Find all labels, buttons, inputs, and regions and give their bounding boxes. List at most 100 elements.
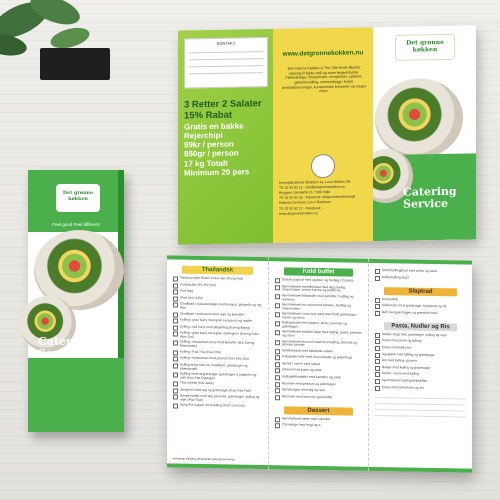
checkbox[interactable] [375, 352, 380, 358]
black-plant-pot [40, 48, 110, 80]
checkbox[interactable] [275, 321, 280, 327]
menu-item-label: Pasta med kødsovs [382, 345, 411, 350]
checkbox[interactable] [275, 368, 280, 374]
catering-word: Catering [38, 335, 92, 348]
menu-item-label: Stegte ris med æg og grøntsager (Kao Pad… [180, 387, 251, 393]
checkbox[interactable] [275, 395, 280, 401]
checkbox[interactable] [275, 312, 280, 318]
notes-lines [375, 396, 466, 418]
checkbox[interactable] [375, 310, 380, 316]
offer-line: Minimum 20 pers [184, 167, 250, 178]
checkbox[interactable] [173, 363, 178, 369]
checkbox[interactable] [173, 388, 178, 394]
checkbox[interactable] [173, 394, 178, 400]
menu-item-label: Citronkage med frugt og is [282, 422, 321, 428]
checkbox[interactable] [275, 362, 280, 368]
chef-logo-icon [311, 153, 335, 179]
checkbox[interactable] [173, 311, 178, 318]
menu-item-label: Nudler i karry med kylling [382, 371, 420, 377]
service-word: Service [38, 346, 84, 360]
checkbox[interactable] [275, 355, 280, 361]
checkbox[interactable] [173, 340, 178, 346]
checkbox[interactable] [275, 348, 280, 354]
contact-form-box: KONTAKT [184, 37, 268, 89]
menu-item: Rummen med broccoli og kartofler [275, 394, 362, 402]
catering-title: Catering Service [403, 185, 457, 211]
menu-item-label: Græsk yoghurt med agurker og hvidløg (Tz… [282, 277, 354, 283]
menu-item-label: Kylling i grøn karry med grøn karrysovs … [180, 317, 253, 323]
checkbox[interactable] [375, 365, 380, 371]
menu-item: Hjemmelavet blandet salat med kylling, p… [275, 330, 362, 340]
checkbox[interactable] [275, 381, 280, 387]
checkbox[interactable] [173, 318, 178, 324]
brand-logo: Det grønne køkken [395, 33, 455, 61]
cover-footer [28, 358, 124, 432]
checkbox[interactable] [173, 372, 178, 378]
checkbox[interactable] [375, 275, 380, 281]
checkbox[interactable] [375, 297, 380, 303]
menu-item-label: Bøf med grøntsager og pommes frites [382, 309, 438, 315]
checkbox[interactable] [173, 350, 178, 356]
checkbox[interactable] [173, 381, 178, 387]
checkbox[interactable] [275, 417, 280, 423]
menu-item-label: Hjemmelavet broccoli salat med kylling, … [282, 338, 357, 348]
folded-brochure-cover: Det grønne køkken Feel good Feel differe… [20, 170, 124, 432]
menu-column-cold-buffet: Kold buffet Græsk yoghurt med agurker og… [269, 257, 369, 471]
checkbox[interactable] [173, 331, 178, 337]
about-text: Det Grønne Køkken & The Tide Asole tilbu… [282, 65, 366, 94]
checkbox[interactable] [375, 332, 380, 338]
offer-line: Gratis en bakke Rejerchipi [184, 121, 244, 141]
checkbox[interactable] [375, 385, 380, 391]
checkbox[interactable] [173, 302, 178, 308]
menu-column-thai: Thailandsk Tempura rejer Butter Fried re… [167, 255, 269, 470]
menu-item-label: Frikadeller fritte med broccolisalat og … [282, 354, 352, 360]
menu-item-label: Forårsruller (Po Pia Tod) [180, 282, 216, 287]
menu-item-label: Hjemmelavet kyllingefrikadeller [382, 378, 428, 383]
checkbox[interactable] [275, 284, 280, 290]
checkbox[interactable] [375, 359, 380, 365]
menu-item-label: Ris med kylling og karry [382, 358, 417, 363]
offer-text: 3 Retter 2 Salater 15% Rabat Gratis en b… [184, 98, 273, 178]
contact-info: Hovedgårdsvind: Østerbro 1a, Lunn Gården… [279, 179, 367, 216]
trifold-brochure-outside: KONTAKT 3 Retter 2 Salater 15% Rabat Gra… [178, 25, 476, 245]
checkbox[interactable] [375, 378, 380, 384]
menu-item: Cloakkød / sodavandsøje med bosspot, jal… [173, 302, 262, 312]
menu-item-label: Tempura rejer Butter Fried rejer (Pung T… [180, 275, 243, 281]
checkbox[interactable] [173, 403, 178, 409]
checkbox[interactable] [173, 356, 178, 362]
checkbox[interactable] [275, 375, 280, 381]
checkbox[interactable] [275, 339, 280, 345]
salad-photo [375, 77, 463, 160]
checkbox[interactable] [173, 276, 178, 282]
cover-header: Det grønne køkken Feel good Feel differe… [28, 170, 124, 232]
checkbox[interactable] [275, 278, 280, 284]
checkbox[interactable] [173, 325, 178, 331]
menu-item: Citronkage med frugt og is [275, 422, 362, 431]
diet-legend: ●Vegetar ●Kylling ●Oksekød ●Svinekød ●Fi… [173, 456, 235, 462]
checkbox[interactable] [375, 345, 380, 352]
brand-logo: Det grønne køkken [56, 184, 100, 212]
menu-item-label: Kyllingefrikadeller med kartofler og sal… [282, 374, 341, 380]
menu-item-label: Pasta med tomatsovs og ost [382, 384, 424, 390]
menu-item-label: Sprig Pul supper med kylling (Tom Yum Ga… [180, 403, 245, 409]
checkbox[interactable] [173, 296, 178, 302]
checkbox[interactable] [173, 283, 178, 289]
cover-panel: Det grønne køkken Catering Service [373, 25, 476, 242]
menu-item-label: Cloakkød / molesovel med rejer og kartof… [180, 311, 244, 317]
checkbox[interactable] [375, 372, 380, 378]
menu-item-label: Grillet kyllingbryst med pesto og salat [382, 268, 437, 274]
contact-line: www.detgronnekokken.nu [279, 210, 318, 216]
checkbox[interactable] [173, 289, 178, 295]
checkbox[interactable] [375, 304, 380, 310]
checkbox[interactable] [275, 293, 280, 300]
menu-item-label: Thai omelet (Kai Jeow) [180, 380, 214, 386]
checkbox[interactable] [275, 303, 280, 309]
checkbox[interactable] [275, 330, 280, 336]
menu-item: Bøf med grøntsager og pommes frites [375, 309, 466, 318]
checkbox[interactable] [275, 423, 280, 429]
section-ribbon: Kold buffet [283, 267, 354, 277]
checkbox[interactable] [375, 339, 380, 345]
service-word: Service [403, 196, 449, 211]
checkbox[interactable] [375, 268, 380, 275]
checkbox[interactable] [275, 388, 280, 394]
